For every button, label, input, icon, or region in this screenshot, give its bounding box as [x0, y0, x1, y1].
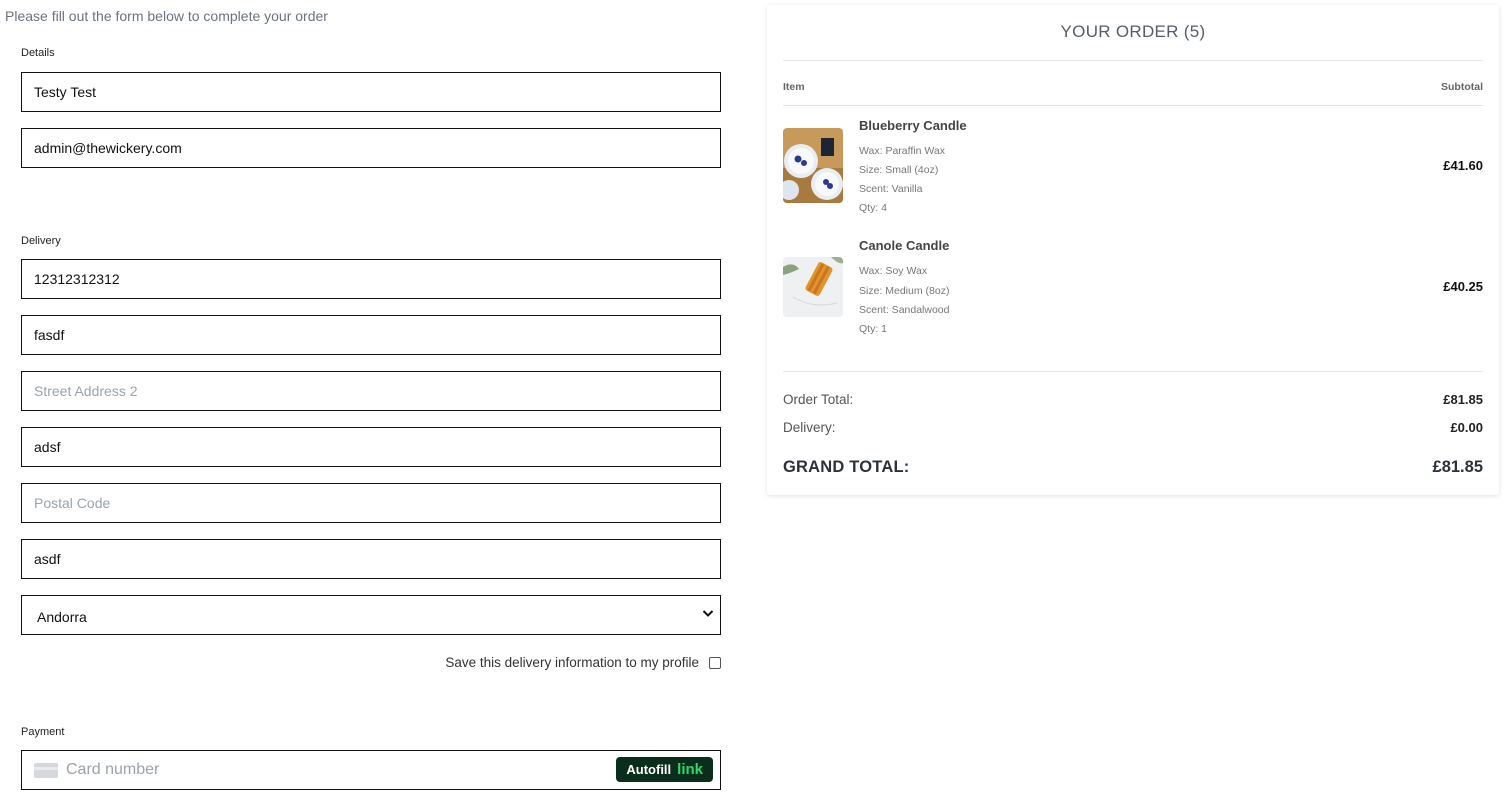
item-size: Size: Small (4oz) [859, 164, 939, 176]
item-wax: Wax: Soy Wax [859, 265, 928, 277]
divider [783, 371, 1483, 372]
item-name: Blueberry Candle [859, 118, 967, 133]
autofill-label: Autofill [626, 762, 672, 777]
link-logo: link [677, 761, 703, 778]
order-total-value: £81.85 [1443, 392, 1483, 407]
country-select[interactable]: Andorra [21, 595, 721, 635]
checkout-form: Please fill out the form below to comple… [0, 0, 740, 795]
country-selected-value: Andorra [37, 609, 87, 625]
card-number-placeholder: Card number [66, 761, 160, 778]
form-intro: Please fill out the form below to comple… [5, 8, 328, 24]
order-total-label: Order Total: [783, 392, 854, 407]
product-image-blueberry-candle [783, 128, 843, 203]
card-number-field[interactable]: Card number Autofill link [21, 750, 721, 790]
product-image-canole-candle [783, 257, 843, 317]
autofill-link-button[interactable]: Autofill link [616, 757, 713, 782]
save-delivery-checkbox[interactable] [709, 656, 721, 669]
town-field[interactable] [21, 427, 721, 467]
order-item: Canole Candle Wax: Soy Wax Size: Medium … [783, 238, 1483, 348]
credit-card-icon [34, 763, 58, 778]
delivery-cost-label: Delivery: [783, 420, 836, 435]
item-qty: Qty: 4 [859, 202, 888, 214]
full-name-input[interactable] [22, 73, 720, 111]
county-input[interactable] [22, 540, 720, 578]
postal-code-input[interactable] [22, 484, 720, 522]
delivery-label: Delivery [21, 235, 61, 247]
item-subtotal: £40.25 [1443, 279, 1483, 294]
item-name: Canole Candle [859, 238, 950, 253]
item-scent: Scent: Vanilla [859, 183, 923, 195]
grand-total-value: £81.85 [1432, 458, 1483, 476]
payment-label: Payment [21, 726, 65, 738]
order-summary-title: YOUR ORDER (5) [1060, 22, 1206, 41]
street-address-1-field[interactable] [21, 315, 721, 355]
phone-input[interactable] [22, 260, 720, 298]
save-delivery-row: Save this delivery information to my pro… [445, 655, 721, 670]
divider [783, 105, 1483, 106]
grand-total-label: GRAND TOTAL: [783, 458, 910, 476]
delivery-cost-value: £0.00 [1450, 420, 1483, 435]
order-item: Blueberry Candle Wax: Paraffin Wax Size:… [783, 118, 1483, 228]
item-wax: Wax: Paraffin Wax [859, 145, 945, 157]
street-address-2-input[interactable] [22, 372, 720, 410]
save-delivery-label: Save this delivery information to my pro… [445, 655, 699, 670]
postal-code-field[interactable] [21, 483, 721, 523]
item-scent: Scent: Sandalwood [859, 304, 950, 316]
details-label: Details [21, 47, 55, 59]
chevron-down-icon [702, 610, 714, 617]
town-input[interactable] [22, 428, 720, 466]
item-column-header: Item [783, 81, 805, 93]
item-qty: Qty: 1 [859, 323, 888, 335]
email-input[interactable] [22, 129, 720, 167]
street-address-1-input[interactable] [22, 316, 720, 354]
divider [783, 60, 1483, 61]
item-size: Size: Medium (8oz) [859, 285, 950, 297]
phone-field[interactable] [21, 259, 721, 299]
order-summary-card: YOUR ORDER (5) Item Subtotal Blueberry C… [767, 5, 1499, 495]
email-field[interactable] [21, 128, 721, 168]
county-field[interactable] [21, 539, 721, 579]
street-address-2-field[interactable] [21, 371, 721, 411]
full-name-field[interactable] [21, 72, 721, 112]
subtotal-column-header: Subtotal [1441, 81, 1483, 93]
item-subtotal: £41.60 [1443, 158, 1483, 173]
